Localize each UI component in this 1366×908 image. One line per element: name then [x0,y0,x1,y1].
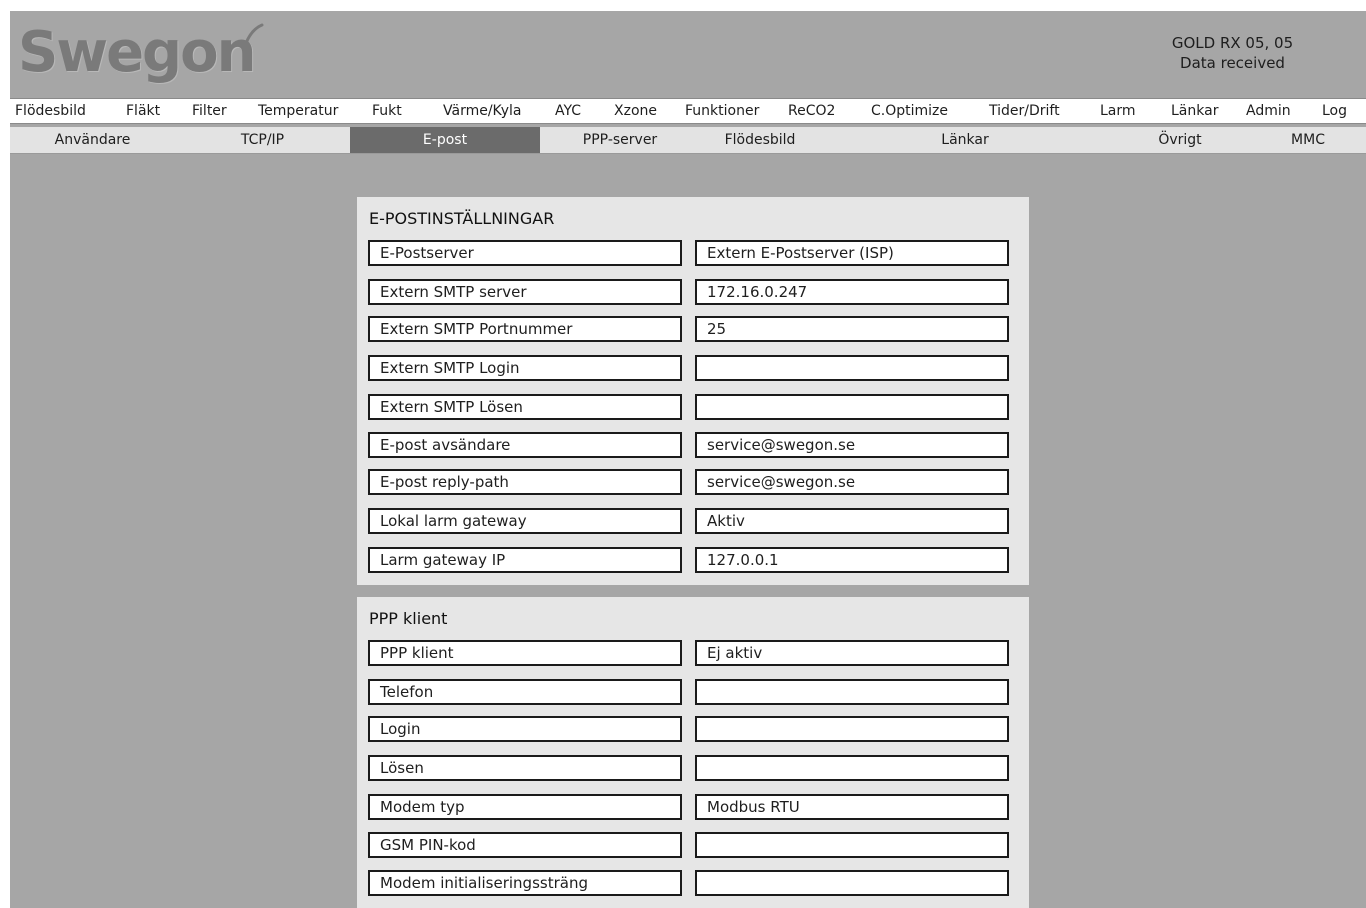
field-value[interactable]: service@swegon.se [695,432,1009,458]
nav-varme-kyla[interactable]: Värme/Kyla [443,99,521,123]
field-value[interactable]: Extern E-Postserver (ISP) [695,240,1009,266]
field-label: PPP klient [368,640,682,666]
field-label: Telefon [368,679,682,705]
field-label: Modem typ [368,794,682,820]
field-label: Larm gateway IP [368,547,682,573]
nav-filter[interactable]: Filter [192,99,227,123]
field-value[interactable]: Aktiv [695,508,1009,534]
field-row: Modem typ Modbus RTU [368,794,1021,820]
nav-c-optimize[interactable]: C.Optimize [871,99,948,123]
field-label: E-post avsändare [368,432,682,458]
field-label: GSM PIN-kod [368,832,682,858]
field-value[interactable]: 172.16.0.247 [695,279,1009,305]
header: Swegon GOLD RX 05, 05 Data received [10,11,1366,91]
nav-xzone[interactable]: Xzone [614,99,657,123]
field-row: Larm gateway IP 127.0.0.1 [368,547,1021,573]
field-value[interactable]: service@swegon.se [695,469,1009,495]
email-settings-panel: E-POSTINSTÄLLNINGAR E-Postserver Extern … [357,197,1029,585]
subtab-flodesbild[interactable]: Flödesbild [700,127,820,153]
field-label: Extern SMTP Portnummer [368,316,682,342]
nav-larm[interactable]: Larm [1100,99,1136,123]
field-row: Extern SMTP Portnummer 25 [368,316,1021,342]
field-value[interactable] [695,870,1009,896]
field-value[interactable]: 25 [695,316,1009,342]
nav-funktioner[interactable]: Funktioner [685,99,759,123]
field-label: E-post reply-path [368,469,682,495]
sub-nav: Användare TCP/IP E-post PPP-server Flöde… [10,127,1366,154]
field-label: Lösen [368,755,682,781]
field-row: Extern SMTP server 172.16.0.247 [368,279,1021,305]
field-label: Login [368,716,682,742]
field-value[interactable]: 127.0.0.1 [695,547,1009,573]
connection-status: Data received [1180,54,1285,72]
field-row: Lokal larm gateway Aktiv [368,508,1021,534]
nav-temperatur[interactable]: Temperatur [258,99,338,123]
field-value[interactable] [695,355,1009,381]
subtab-ovrigt[interactable]: Övrigt [1110,127,1250,153]
nav-flodesbild[interactable]: Flödesbild [15,99,86,123]
device-name: GOLD RX 05, 05 [1171,34,1294,52]
field-row: E-Postserver Extern E-Postserver (ISP) [368,240,1021,266]
nav-lankar[interactable]: Länkar [1171,99,1218,123]
field-row: Extern SMTP Lösen [368,394,1021,420]
field-value[interactable]: Modbus RTU [695,794,1009,820]
swegon-logo: Swegon [18,19,256,85]
field-label: Lokal larm gateway [368,508,682,534]
subtab-ppp-server[interactable]: PPP-server [540,127,700,153]
subtab-e-post[interactable]: E-post [350,127,540,153]
field-row: E-post reply-path service@swegon.se [368,469,1021,495]
logo-accent-icon [244,23,264,45]
panel-title: PPP klient [369,609,448,628]
field-row: Login [368,716,1021,742]
nav-admin[interactable]: Admin [1246,99,1291,123]
field-value[interactable] [695,755,1009,781]
field-row: E-post avsändare service@swegon.se [368,432,1021,458]
device-info: GOLD RX 05, 05 Data received [1110,33,1355,73]
nav-flakt[interactable]: Fläkt [126,99,160,123]
field-value[interactable]: Ej aktiv [695,640,1009,666]
field-label: E-Postserver [368,240,682,266]
field-row: Extern SMTP Login [368,355,1021,381]
panel-title: E-POSTINSTÄLLNINGAR [369,209,555,228]
field-label: Modem initialiseringssträng [368,870,682,896]
field-value[interactable] [695,679,1009,705]
ppp-client-panel: PPP klient PPP klient Ej aktiv Telefon L… [357,597,1029,908]
field-row: Telefon [368,679,1021,705]
field-value[interactable] [695,716,1009,742]
subtab-anvandare[interactable]: Användare [10,127,175,153]
field-label: Extern SMTP Lösen [368,394,682,420]
nav-tider-drift[interactable]: Tider/Drift [989,99,1060,123]
field-row: Lösen [368,755,1021,781]
nav-ayc[interactable]: AYC [555,99,581,123]
subtab-lankar[interactable]: Länkar [820,127,1110,153]
subtab-tcp-ip[interactable]: TCP/IP [175,127,350,153]
app-window: Swegon GOLD RX 05, 05 Data received Flöd… [10,11,1366,908]
field-row: PPP klient Ej aktiv [368,640,1021,666]
field-value[interactable] [695,832,1009,858]
field-row: Modem initialiseringssträng [368,870,1021,896]
field-value[interactable] [695,394,1009,420]
main-nav: Flödesbild Fläkt Filter Temperatur Fukt … [10,98,1366,124]
nav-log[interactable]: Log [1322,99,1347,123]
field-label: Extern SMTP Login [368,355,682,381]
subtab-mmc[interactable]: MMC [1250,127,1366,153]
nav-fukt[interactable]: Fukt [372,99,402,123]
field-label: Extern SMTP server [368,279,682,305]
field-row: GSM PIN-kod [368,832,1021,858]
nav-reco2[interactable]: ReCO2 [788,99,835,123]
